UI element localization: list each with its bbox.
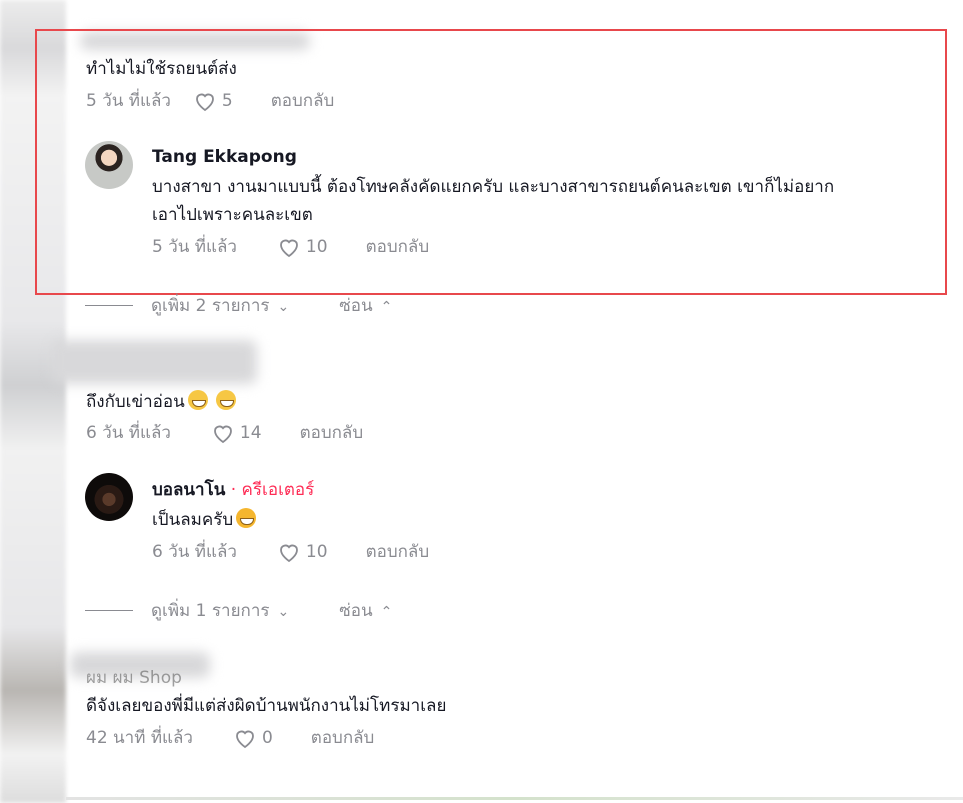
chevron-down-icon: ⌄ — [277, 604, 290, 620]
comment-username[interactable]: บอลนาโน — [152, 480, 225, 500]
blurred-username — [52, 340, 257, 384]
heart-outline-icon — [236, 730, 254, 748]
divider — [85, 610, 133, 611]
hide-button[interactable]: ซ่อน ⌃ — [339, 597, 392, 624]
like-button[interactable]: 14 — [211, 422, 262, 444]
reply-button[interactable]: ตอบกลับ — [311, 724, 375, 751]
chevron-up-icon: ⌃ — [380, 604, 393, 620]
view-more-row: ดูเพิ่ม 1 รายการ ⌄ ซ่อน ⌃ — [85, 597, 392, 624]
view-more-row: ดูเพิ่ม 2 รายการ ⌄ ซ่อน ⌃ — [85, 292, 392, 319]
chevron-up-icon: ⌃ — [380, 299, 393, 315]
comment-username-blurred: ผม ผม Shop — [86, 668, 182, 688]
chevron-down-icon: ⌄ — [277, 299, 290, 315]
rofl-emoji-icon — [236, 508, 257, 528]
like-count: 10 — [305, 541, 328, 562]
timestamp: 6 วัน ที่แล้ว — [86, 423, 171, 443]
like-button[interactable]: 0 — [233, 727, 273, 749]
comment-meta: 42 นาที ที่แล้ว 0 ตอบกลับ — [86, 724, 374, 751]
timestamp: 6 วัน ที่แล้ว — [152, 542, 237, 562]
comment-meta: 6 วัน ที่แล้ว 10 ตอบกลับ — [152, 538, 429, 565]
highlight-box — [35, 29, 947, 295]
reply-button[interactable]: ตอบกลับ — [300, 419, 364, 446]
grin-emoji-icon — [216, 390, 237, 410]
view-more-label: ดูเพิ่ม 1 รายการ — [151, 601, 270, 621]
creator-badge: · ครีเอเตอร์ — [230, 480, 315, 500]
like-count: 14 — [239, 422, 262, 443]
hide-label: ซ่อน — [339, 296, 373, 316]
hide-label: ซ่อน — [339, 601, 373, 621]
comment-text: ดีจังเลยของพี่มีแต่ส่งผิดบ้านพนักงานไม่โ… — [86, 696, 447, 716]
comment-text-content: เป็นลมครับ — [152, 510, 234, 530]
hide-button[interactable]: ซ่อน ⌃ — [339, 292, 392, 319]
view-more-button[interactable]: ดูเพิ่ม 2 รายการ ⌄ — [151, 292, 289, 319]
comment-text: ถึงกับเข่าอ่อน — [86, 388, 237, 417]
comment-meta: 6 วัน ที่แล้ว 14 ตอบกลับ — [86, 419, 363, 446]
avatar[interactable] — [85, 473, 133, 521]
timestamp: 42 นาที ที่แล้ว — [86, 728, 193, 748]
heart-outline-icon — [280, 544, 298, 562]
like-button[interactable]: 10 — [277, 541, 328, 563]
reply-button[interactable]: ตอบกลับ — [366, 538, 430, 565]
view-more-label: ดูเพิ่ม 2 รายการ — [151, 296, 270, 316]
divider — [66, 797, 963, 800]
comment-text: เป็นลมครับ — [152, 506, 257, 535]
comment-header: บอลนาโน · ครีเอเตอร์ — [152, 476, 314, 505]
like-count: 0 — [261, 727, 273, 748]
grin-emoji-icon — [187, 390, 208, 410]
divider — [85, 305, 133, 306]
view-more-button[interactable]: ดูเพิ่ม 1 รายการ ⌄ — [151, 597, 289, 624]
comment-text-content: ถึงกับเข่าอ่อน — [86, 392, 185, 412]
heart-outline-icon — [214, 425, 232, 443]
